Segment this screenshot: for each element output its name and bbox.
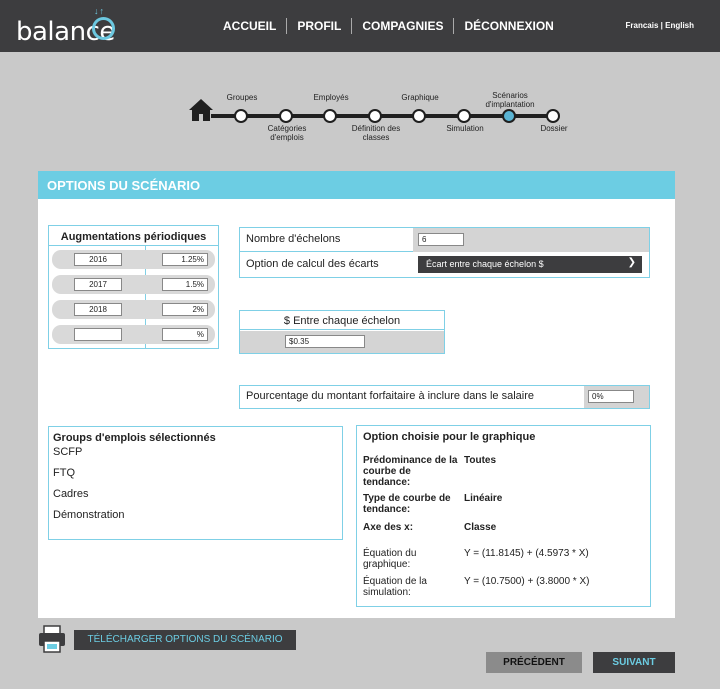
nombre-echelons-cell: 6 (413, 228, 649, 252)
option-calcul-select[interactable]: Écart entre chaque échelon $ ❯ (418, 256, 642, 273)
selected-groups-box: Groups d'emplois sélectionnés SCFP FTQ C… (48, 426, 343, 540)
lang-francais[interactable]: Francais (626, 21, 659, 30)
augmentation-row: 2016 1.25% (52, 250, 215, 269)
forfaitaire-label: Pourcentage du montant forfaitaire à inc… (246, 390, 535, 402)
augmentation-row: 2017 1.5% (52, 275, 215, 294)
list-item: Cadres (53, 488, 89, 500)
entre-echelon-box: $ Entre chaque échelon $0.35 (239, 310, 445, 354)
nombre-echelons-row: Nombre d'échelons 6 (240, 228, 649, 252)
step-simulation-dot[interactable] (457, 109, 471, 123)
step-employes-label: Employés (313, 93, 349, 102)
printer-icon[interactable] (38, 625, 66, 653)
type-courbe-label: Type de courbe de tendance: (363, 493, 451, 515)
equation-graphique-value: Y = (11.8145) + (4.5973 * X) (464, 548, 589, 559)
year-input[interactable]: 2016 (74, 253, 122, 266)
axe-x-label: Axe des x: (363, 522, 414, 533)
percent-input[interactable]: % (162, 328, 208, 341)
list-item: Démonstration (53, 509, 125, 521)
forfaitaire-box: Pourcentage du montant forfaitaire à inc… (239, 385, 650, 409)
list-item: SCFP (53, 446, 83, 458)
step-simulation-label: Simulation (446, 124, 484, 133)
step-groupes-label: Groupes (226, 93, 258, 102)
step-graphique-dot[interactable] (412, 109, 426, 123)
year-input[interactable]: 2017 (74, 278, 122, 291)
previous-button[interactable]: PRÉCÉDENT (486, 652, 582, 673)
step-definition-label: Définition des classes (351, 124, 401, 142)
step-scenarios-label: Scénarios d'implantation (485, 91, 535, 109)
type-courbe-value: Linéaire (464, 493, 503, 504)
predominance-label: Prédominance de la courbe de tendance: (363, 455, 458, 488)
percent-input[interactable]: 2% (162, 303, 208, 316)
scenario-options-panel: OPTIONS DU SCÉNARIO Augmentations périod… (38, 171, 675, 618)
step-groupes-dot[interactable] (234, 109, 248, 123)
step-dossier-label: Dossier (540, 124, 568, 133)
nav-accueil[interactable]: ACCUEIL (213, 19, 286, 33)
equation-simulation-label: Équation de la simulation: (363, 576, 427, 598)
main-nav: ACCUEIL PROFIL COMPAGNIES DÉCONNEXION (213, 18, 564, 34)
step-definition-dot[interactable] (368, 109, 382, 123)
chevron-down-icon: ❯ (627, 257, 636, 268)
percent-input[interactable]: 1.5% (162, 278, 208, 291)
logo-ring-icon (92, 17, 115, 40)
axe-x-value: Classe (464, 522, 497, 533)
nav-deconnexion[interactable]: DÉCONNEXION (454, 19, 563, 33)
nombre-echelons-label: Nombre d'échelons (246, 233, 341, 245)
year-input[interactable] (74, 328, 122, 341)
nav-compagnies[interactable]: COMPAGNIES (352, 19, 453, 33)
equation-graphique-label: Équation du graphique: (363, 548, 417, 570)
option-calcul-label: Option de calcul des écarts (246, 258, 379, 270)
balance-logo[interactable]: balance ↓↑ (16, 6, 116, 49)
home-icon[interactable] (189, 99, 213, 121)
step-dossier-dot[interactable] (546, 109, 560, 123)
top-header: balance ↓↑ ACCUEIL PROFIL COMPAGNIES DÉC… (0, 0, 720, 52)
step-scenarios-dot[interactable] (502, 109, 516, 123)
augmentations-box: Augmentations périodiques 2016 1.25% 201… (48, 225, 219, 349)
language-switch: Francais | English (626, 21, 694, 30)
step-categories-dot[interactable] (279, 109, 293, 123)
entre-echelon-input[interactable]: $0.35 (285, 335, 365, 348)
progress-steps: Groupes Catégories d'emplois Employés Dé… (189, 88, 589, 148)
option-calcul-value: Écart entre chaque échelon $ (426, 259, 544, 269)
selected-groups-title: Groups d'emplois sélectionnés (53, 432, 216, 444)
list-item: FTQ (53, 467, 75, 479)
percent-input[interactable]: 1.25% (162, 253, 208, 266)
download-options-button[interactable]: TÉLÉCHARGER OPTIONS DU SCÉNARIO (74, 630, 296, 650)
augmentations-title: Augmentations périodiques (49, 226, 218, 246)
step-employes-dot[interactable] (323, 109, 337, 123)
step-categories-label: Catégories d'emplois (267, 124, 307, 142)
logo-arrows-icon: ↓↑ (94, 6, 105, 16)
lang-english[interactable]: English (665, 21, 694, 30)
echelons-box: Nombre d'échelons 6 Option de calcul des… (239, 227, 650, 278)
option-calcul-row: Option de calcul des écarts Écart entre … (240, 253, 649, 277)
graph-option-title: Option choisie pour le graphique (363, 431, 536, 443)
nav-profil[interactable]: PROFIL (287, 19, 351, 33)
graph-option-box: Option choisie pour le graphique Prédomi… (356, 425, 651, 607)
entre-echelon-label: $ Entre chaque échelon (240, 311, 444, 330)
step-graphique-label: Graphique (401, 93, 439, 102)
augmentation-row: 2018 2% (52, 300, 215, 319)
nombre-echelons-input[interactable]: 6 (418, 233, 464, 246)
entre-echelon-cell: $0.35 (240, 331, 444, 353)
augmentation-row: % (52, 325, 215, 344)
next-button[interactable]: SUIVANT (593, 652, 675, 673)
forfaitaire-cell: 0% (584, 386, 649, 408)
year-input[interactable]: 2018 (74, 303, 122, 316)
forfaitaire-input[interactable]: 0% (588, 390, 634, 403)
predominance-value: Toutes (464, 455, 497, 466)
panel-title: OPTIONS DU SCÉNARIO (38, 171, 675, 199)
equation-simulation-value: Y = (10.7500) + (3.8000 * X) (464, 576, 590, 587)
